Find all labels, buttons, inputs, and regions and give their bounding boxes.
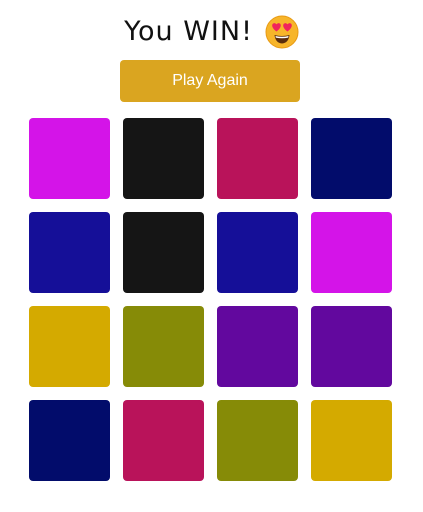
play-again-button[interactable]: Play Again	[120, 60, 300, 102]
game-tile[interactable]	[217, 306, 298, 387]
star-struck-face-icon	[265, 15, 299, 49]
game-tile[interactable]	[123, 118, 204, 199]
game-tile[interactable]	[123, 400, 204, 481]
game-page: You WIN! Play Again	[0, 0, 423, 512]
game-tile[interactable]	[217, 212, 298, 293]
game-tile[interactable]	[123, 212, 204, 293]
game-tile[interactable]	[311, 212, 392, 293]
game-tile[interactable]	[217, 400, 298, 481]
game-tile[interactable]	[29, 118, 110, 199]
game-tile[interactable]	[29, 212, 110, 293]
game-tile[interactable]	[29, 306, 110, 387]
game-tile[interactable]	[311, 400, 392, 481]
game-tile[interactable]	[311, 306, 392, 387]
game-tile[interactable]	[29, 400, 110, 481]
win-message: You WIN!	[124, 16, 253, 47]
game-tile[interactable]	[217, 118, 298, 199]
header: You WIN!	[0, 12, 423, 52]
game-tile[interactable]	[311, 118, 392, 199]
game-tile[interactable]	[123, 306, 204, 387]
game-board	[29, 118, 392, 481]
